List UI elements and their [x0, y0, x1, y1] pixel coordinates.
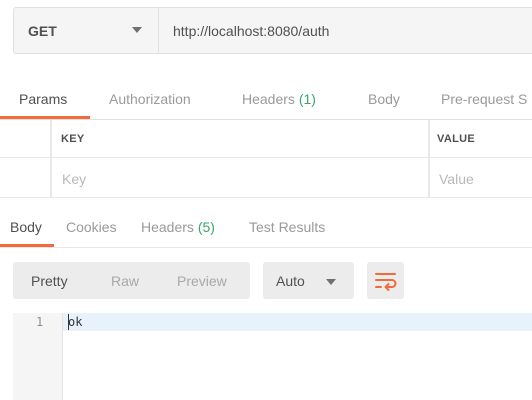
pretty-button[interactable]: Pretty: [31, 273, 68, 289]
table-divider: [0, 157, 532, 158]
value-column-header: VALUE: [437, 133, 475, 145]
url-input[interactable]: http://localhost:8080/auth: [173, 23, 329, 39]
tab-pre-request-script[interactable]: Pre-request S: [441, 91, 527, 107]
headers-count-badge: (1): [298, 91, 316, 107]
key-column-header: KEY: [61, 133, 85, 145]
tab-body[interactable]: Body: [368, 91, 400, 107]
chevron-down-icon: [132, 27, 142, 33]
divider: [0, 119, 532, 120]
tab-headers[interactable]: Headers (1): [242, 91, 316, 107]
wrap-lines-icon: [375, 273, 397, 291]
key-input[interactable]: Key: [62, 171, 86, 187]
divider: [0, 247, 532, 248]
raw-button[interactable]: Raw: [111, 273, 139, 289]
wrap-lines-button[interactable]: [367, 262, 404, 299]
method-label: GET: [28, 23, 57, 39]
response-tab-headers[interactable]: Headers (5): [141, 219, 215, 235]
tab-authorization[interactable]: Authorization: [109, 91, 191, 107]
line-number: 1: [36, 315, 44, 329]
tab-headers-label: Headers: [242, 91, 295, 107]
table-divider: [0, 197, 532, 198]
active-line-highlight: [63, 313, 532, 331]
format-label: Auto: [276, 273, 305, 289]
response-tab-cookies[interactable]: Cookies: [66, 219, 117, 235]
table-column-divider: [50, 120, 52, 197]
text-cursor: [68, 314, 69, 330]
response-tab-headers-label: Headers: [141, 219, 194, 235]
response-body-text[interactable]: ok: [68, 315, 82, 329]
preview-button[interactable]: Preview: [177, 273, 227, 289]
tab-params[interactable]: Params: [19, 91, 67, 107]
table-column-divider: [428, 120, 430, 197]
value-input[interactable]: Value: [439, 171, 474, 187]
response-tab-test-results[interactable]: Test Results: [249, 219, 325, 235]
response-headers-count-badge: (5): [197, 219, 215, 235]
response-tab-body[interactable]: Body: [10, 219, 42, 235]
chevron-down-icon: [326, 279, 336, 285]
